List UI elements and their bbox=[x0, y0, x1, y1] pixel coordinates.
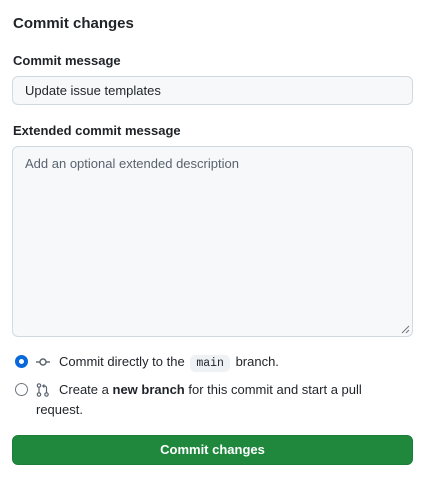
commit-direct-prefix: Commit directly to the bbox=[59, 354, 185, 369]
branch-name-code: main bbox=[190, 355, 230, 372]
new-branch-radio[interactable] bbox=[15, 383, 28, 396]
commit-message-input[interactable]: Update issue templates bbox=[12, 76, 413, 105]
new-branch-label-continuation: request. bbox=[36, 402, 83, 417]
commit-direct-suffix: branch. bbox=[235, 354, 279, 369]
commit-direct-label: Commit directly to the main branch. bbox=[59, 352, 279, 374]
extended-message-placeholder: Add an optional extended description bbox=[25, 156, 239, 171]
resize-handle-icon[interactable] bbox=[401, 325, 410, 334]
commit-direct-radio[interactable] bbox=[15, 355, 28, 368]
new-branch-prefix: Create a bbox=[59, 382, 109, 397]
extended-message-label: Extended commit message bbox=[13, 123, 181, 138]
commit-changes-dialog: Commit changes Commit message Update iss… bbox=[0, 0, 436, 480]
extended-message-textarea[interactable]: Add an optional extended description bbox=[12, 146, 413, 337]
dialog-title: Commit changes bbox=[13, 15, 134, 32]
commit-message-label: Commit message bbox=[13, 53, 121, 68]
git-commit-icon bbox=[36, 358, 50, 366]
commit-changes-button[interactable]: Commit changes bbox=[12, 435, 413, 465]
git-pull-request-icon bbox=[36, 383, 49, 397]
new-branch-suffix: for this commit and start a pull bbox=[188, 382, 362, 397]
new-branch-label: Create a new branch for this commit and … bbox=[59, 380, 362, 400]
new-branch-emphasis: new branch bbox=[112, 382, 185, 397]
